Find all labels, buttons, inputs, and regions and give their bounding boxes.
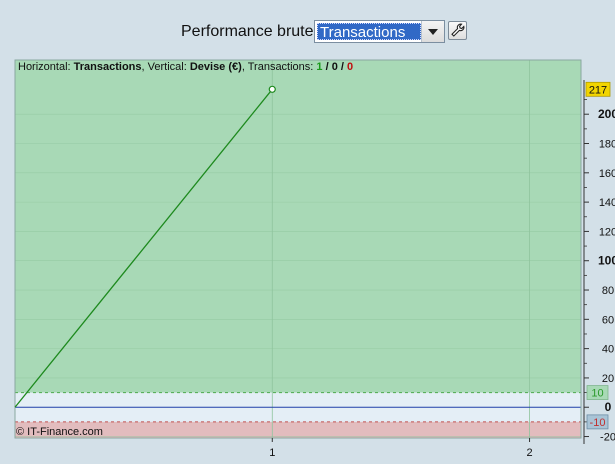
separator: , xyxy=(141,61,145,73)
transactions-loss: 0 xyxy=(347,61,354,73)
vertical-value: Devise (€) xyxy=(189,61,242,73)
profit-zone xyxy=(15,60,581,393)
y-tick-label: -20 xyxy=(600,432,615,444)
y-tick-label: 160 xyxy=(599,168,615,180)
y-tick-label: 180 xyxy=(599,139,615,151)
transactions-label: Transactions: xyxy=(247,61,314,73)
y-tick-label: 120 xyxy=(599,226,615,238)
y-tick-label: 0 xyxy=(605,400,612,414)
y-tick-label: 200 xyxy=(598,107,615,121)
copyright-text: © IT-Finance.com xyxy=(16,426,103,438)
horizontal-label: Horizontal: xyxy=(18,61,71,73)
x-tick-label: 2 xyxy=(526,447,532,459)
separator: , xyxy=(241,61,245,73)
x-tick-label: 1 xyxy=(269,447,275,459)
y-tick-label: 80 xyxy=(602,285,614,297)
y-tick-label: 40 xyxy=(602,344,614,356)
series-point xyxy=(268,85,276,93)
y-tick-label: 20 xyxy=(602,373,614,385)
y-tick-label: 140 xyxy=(599,197,615,209)
horizontal-value: Transactions xyxy=(73,61,142,73)
slash: / xyxy=(322,61,332,73)
vertical-label: Vertical: xyxy=(147,61,187,73)
chart-info-line: Horizontal: Transactions, Vertical: Devi… xyxy=(18,61,353,73)
slash: / xyxy=(337,61,348,73)
last-value-badge: 217 xyxy=(589,84,607,96)
profit-threshold-badge: 10 xyxy=(591,388,603,400)
loss-threshold-badge: -10 xyxy=(590,417,606,429)
y-tick-label: 60 xyxy=(602,314,614,326)
y-tick-label: 100 xyxy=(598,254,615,268)
